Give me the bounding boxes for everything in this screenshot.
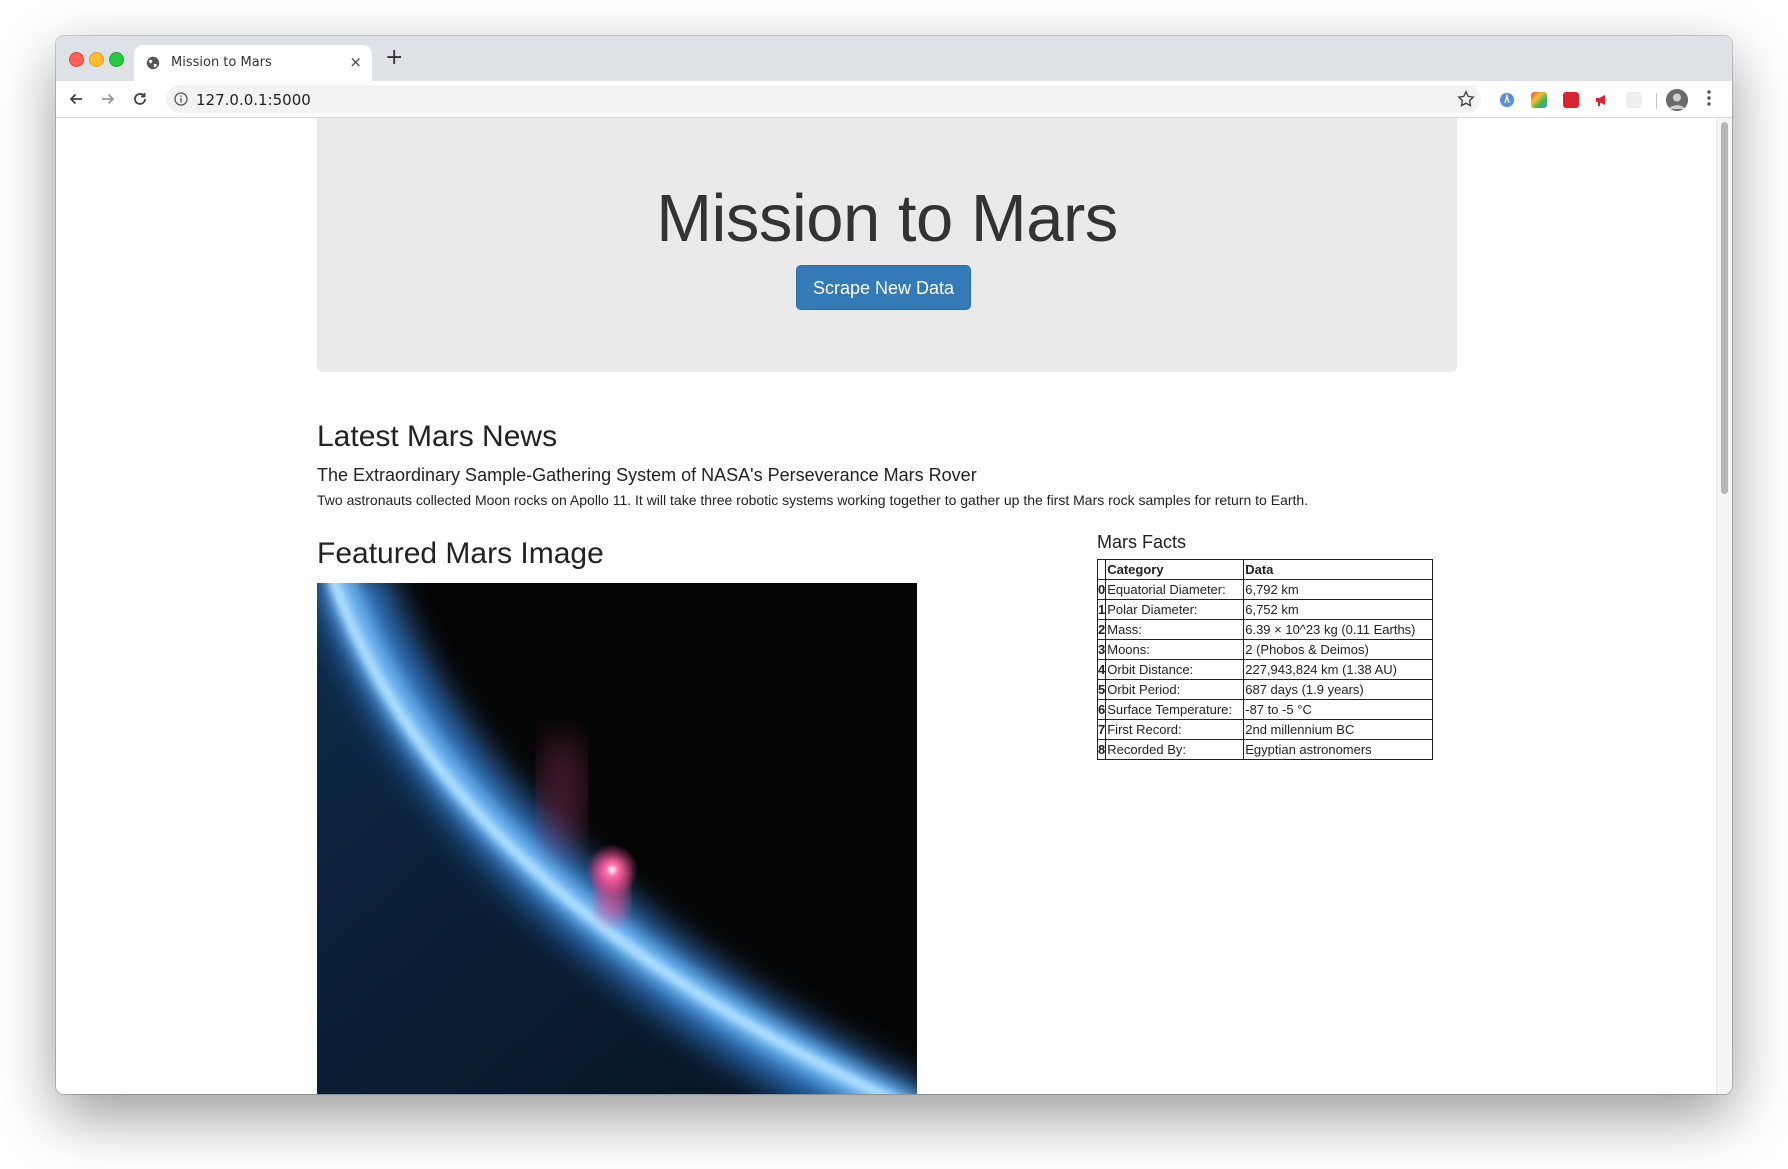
menu-icon[interactable] [1706,89,1712,107]
title-bar: Mission to Mars × + [56,36,1732,81]
news-paragraph: Two astronauts collected Moon rocks on A… [317,492,1309,508]
extension-3-icon[interactable] [1563,92,1579,108]
row-category: Equatorial Diameter: [1105,579,1245,600]
row-index: 8 [1096,739,1107,760]
row-value: 6.39 × 10^23 kg (0.11 Earths) [1243,619,1434,640]
vertical-scrollbar[interactable] [1716,118,1732,1094]
table-row: 5 Orbit Period: 687 days (1.9 years) [1096,679,1434,700]
star-icon[interactable] [1457,90,1475,108]
row-category: Mass: [1105,619,1245,640]
table-row: 8 Recorded By: Egyptian astronomers [1096,739,1434,760]
extension-5-icon[interactable] [1626,92,1642,108]
minimize-window-button[interactable] [89,52,104,67]
featured-image-heading: Featured Mars Image [317,537,604,570]
page-title: Mission to Mars [656,181,1118,256]
column-header: Data [1243,559,1434,580]
page-content: Mission to Mars Scrape New Data Latest M… [56,118,1717,1094]
news-heading: Latest Mars News [317,420,558,453]
row-index: 3 [1096,639,1107,660]
table-row: 7 First Record: 2nd millennium BC [1096,719,1434,740]
jumbotron: Mission to Mars Scrape New Data [317,118,1457,372]
row-index: 4 [1096,659,1107,680]
back-arrow-icon[interactable] [62,85,90,113]
row-index: 0 [1096,579,1107,600]
row-category: Recorded By: [1105,739,1245,760]
row-category: Orbit Period: [1105,679,1245,700]
new-tab-button[interactable]: + [385,45,403,70]
news-title: The Extraordinary Sample-Gathering Syste… [317,465,977,485]
column-header: Category [1105,559,1245,580]
forward-arrow-icon[interactable] [94,85,122,113]
toolbar-divider [1656,93,1657,109]
table-header-row: Category Data [1096,559,1434,580]
row-value: 687 days (1.9 years) [1243,679,1434,700]
table-row: 4 Orbit Distance: 227,943,824 km (1.38 AU) [1096,659,1434,680]
extension-1-icon[interactable] [1499,92,1515,108]
browser-tab[interactable]: Mission to Mars × [134,45,372,81]
scrollbar-thumb[interactable] [1721,122,1728,494]
row-value: -87 to -5 °C [1243,699,1434,720]
row-index: 2 [1096,619,1107,640]
table-row: 6 Surface Temperature: -87 to -5 °C [1096,699,1434,720]
row-category: Orbit Distance: [1105,659,1245,680]
megaphone-icon[interactable] [1594,92,1610,108]
address-bar[interactable]: 127.0.0.1:5000 [166,85,1481,113]
table-row: 0 Equatorial Diameter: 6,792 km [1096,579,1434,600]
table-row: 1 Polar Diameter: 6,752 km [1096,599,1434,620]
avatar[interactable] [1666,89,1688,111]
tab-title: Mission to Mars [171,55,272,70]
row-category: Moons: [1105,639,1245,660]
maximize-window-button[interactable] [109,52,124,67]
column-header [1096,559,1107,580]
row-value: Egyptian astronomers [1243,739,1434,760]
row-value: 2nd millennium BC [1243,719,1434,740]
close-window-button[interactable] [69,52,84,67]
row-value: 6,792 km [1243,579,1434,600]
mars-facts-table: Category Data 0 Equatorial Diameter: 6,792… [1096,559,1434,760]
row-value: 227,943,824 km (1.38 AU) [1243,659,1434,680]
row-category: Polar Diameter: [1105,599,1245,620]
featured-mars-image [317,583,917,1094]
url-text[interactable]: 127.0.0.1:5000 [196,91,311,109]
row-index: 7 [1096,719,1107,740]
tab-close-icon[interactable]: × [349,53,362,71]
row-index: 6 [1096,699,1107,720]
mars-facts-heading: Mars Facts [1097,532,1187,552]
row-value: 2 (Phobos & Deimos) [1243,639,1434,660]
table-row: 2 Mass: 6.39 × 10^23 kg (0.11 Earths) [1096,619,1434,640]
globe-icon [146,56,160,70]
table-row: 3 Moons: 2 (Phobos & Deimos) [1096,639,1434,660]
row-category: Surface Temperature: [1105,699,1245,720]
row-value: 6,752 km [1243,599,1434,620]
row-category: First Record: [1105,719,1245,740]
scrape-new-data-button[interactable]: Scrape New Data [796,265,971,310]
info-icon[interactable] [174,92,188,106]
browser-toolbar: 127.0.0.1:5000 [56,81,1732,118]
browser-window: Mission to Mars × + 127.0.0.1:5000 Missi… [56,36,1732,1094]
extension-2-icon[interactable] [1531,92,1547,108]
row-index: 1 [1096,599,1107,620]
row-index: 5 [1096,679,1107,700]
reload-icon[interactable] [126,85,154,113]
